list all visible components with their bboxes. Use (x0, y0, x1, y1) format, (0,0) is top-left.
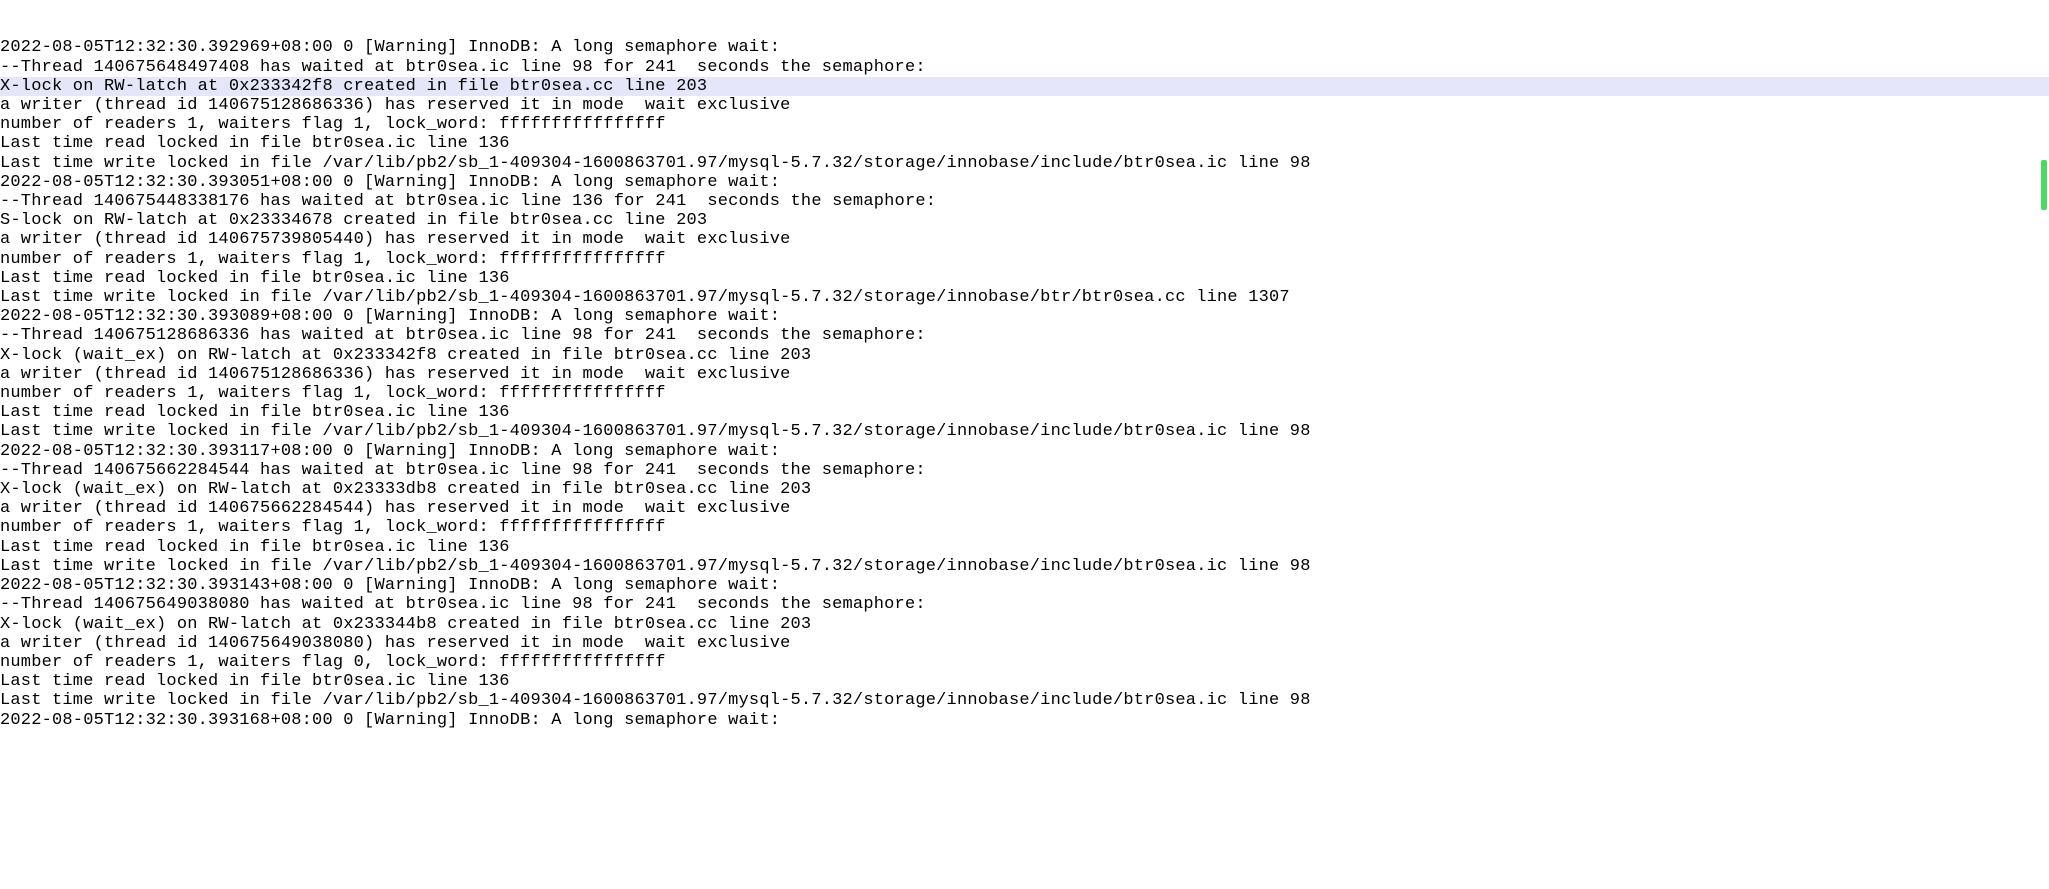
log-line[interactable]: X-lock (wait_ex) on RW-latch at 0x233342… (0, 346, 2049, 365)
log-viewer[interactable]: 2022-08-05T12:32:30.392969+08:00 0 [Warn… (0, 0, 2049, 889)
log-line[interactable]: X-lock (wait_ex) on RW-latch at 0x233344… (0, 615, 2049, 634)
log-line[interactable]: number of readers 1, waiters flag 1, loc… (0, 250, 2049, 269)
log-line[interactable]: 2022-08-05T12:32:30.393051+08:00 0 [Warn… (0, 173, 2049, 192)
log-line[interactable]: a writer (thread id 140675649038080) has… (0, 634, 2049, 653)
log-line[interactable]: --Thread 140675128686336 has waited at b… (0, 326, 2049, 345)
log-line[interactable]: number of readers 1, waiters flag 1, loc… (0, 115, 2049, 134)
log-line[interactable]: number of readers 1, waiters flag 1, loc… (0, 518, 2049, 537)
log-line[interactable]: S-lock on RW-latch at 0x23334678 created… (0, 211, 2049, 230)
log-line[interactable]: a writer (thread id 140675739805440) has… (0, 230, 2049, 249)
log-line[interactable]: 2022-08-05T12:32:30.393168+08:00 0 [Warn… (0, 711, 2049, 730)
log-line[interactable]: 2022-08-05T12:32:30.393143+08:00 0 [Warn… (0, 576, 2049, 595)
log-line[interactable]: 2022-08-05T12:32:30.393089+08:00 0 [Warn… (0, 307, 2049, 326)
log-line[interactable]: Last time read locked in file btr0sea.ic… (0, 134, 2049, 153)
log-line[interactable]: a writer (thread id 140675128686336) has… (0, 96, 2049, 115)
log-line[interactable]: a writer (thread id 140675128686336) has… (0, 365, 2049, 384)
log-line[interactable]: Last time write locked in file /var/lib/… (0, 288, 2049, 307)
log-line[interactable]: X-lock on RW-latch at 0x233342f8 created… (0, 77, 2049, 96)
log-line[interactable]: X-lock (wait_ex) on RW-latch at 0x23333d… (0, 480, 2049, 499)
log-line[interactable]: --Thread 140675649038080 has waited at b… (0, 595, 2049, 614)
log-line[interactable]: Last time read locked in file btr0sea.ic… (0, 403, 2049, 422)
scroll-position-indicator (2041, 160, 2047, 210)
log-line[interactable]: Last time write locked in file /var/lib/… (0, 422, 2049, 441)
log-line[interactable]: Last time write locked in file /var/lib/… (0, 154, 2049, 173)
log-line[interactable]: --Thread 140675662284544 has waited at b… (0, 461, 2049, 480)
log-line[interactable]: --Thread 140675648497408 has waited at b… (0, 58, 2049, 77)
log-line[interactable]: Last time read locked in file btr0sea.ic… (0, 269, 2049, 288)
log-line[interactable]: Last time read locked in file btr0sea.ic… (0, 672, 2049, 691)
log-line[interactable]: 2022-08-05T12:32:30.392969+08:00 0 [Warn… (0, 38, 2049, 57)
log-line[interactable]: Last time write locked in file /var/lib/… (0, 691, 2049, 710)
log-line[interactable]: Last time read locked in file btr0sea.ic… (0, 538, 2049, 557)
log-line[interactable]: Last time write locked in file /var/lib/… (0, 557, 2049, 576)
log-line[interactable]: 2022-08-05T12:32:30.393117+08:00 0 [Warn… (0, 442, 2049, 461)
log-line[interactable]: a writer (thread id 140675662284544) has… (0, 499, 2049, 518)
log-line[interactable]: number of readers 1, waiters flag 1, loc… (0, 384, 2049, 403)
log-line[interactable]: number of readers 1, waiters flag 0, loc… (0, 653, 2049, 672)
log-line[interactable]: --Thread 140675448338176 has waited at b… (0, 192, 2049, 211)
